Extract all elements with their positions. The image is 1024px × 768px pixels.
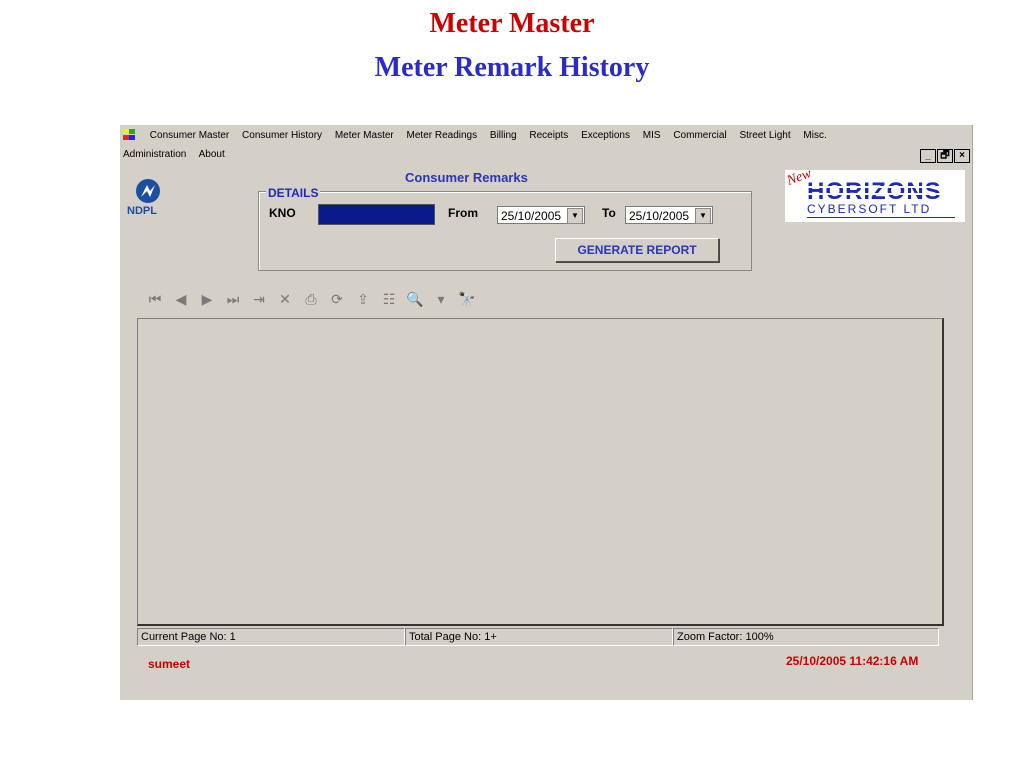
goto-page-icon[interactable]: ⇥ (246, 291, 272, 308)
current-page-status: Current Page No: 1 (137, 628, 405, 646)
menu-meter-readings[interactable]: Meter Readings (407, 130, 478, 141)
menu-row-2: Administration About (123, 149, 235, 160)
prev-page-icon[interactable]: ◀ (168, 291, 194, 308)
app-window: Consumer Master Consumer History Meter M… (120, 125, 973, 700)
ndpl-logo-text: NDPL (127, 205, 157, 217)
horizons-sub-text: CYBERSOFT LTD (807, 202, 932, 216)
menu-exceptions[interactable]: Exceptions (581, 130, 630, 141)
menu-mis[interactable]: MIS (643, 130, 661, 141)
export-icon[interactable]: ⇪ (350, 291, 376, 308)
from-date-value: 25/10/2005 (501, 209, 562, 223)
window-controls: _ 🗗 × (919, 149, 970, 163)
slide-title: Meter Master (429, 8, 595, 39)
restore-button[interactable]: 🗗 (937, 149, 953, 163)
slide-subtitle: Meter Remark History (374, 52, 650, 83)
menu-misc[interactable]: Misc. (803, 130, 826, 141)
report-toolbar: ⏮ ◀ ▶ ⏭ ⇥ ✕ ⎙ ⟳ ⇪ ☷ 🔍 ▾ 🔭 (142, 291, 480, 308)
form-title: Consumer Remarks (405, 170, 528, 185)
close-button[interactable]: × (954, 149, 970, 163)
menu-consumer-history[interactable]: Consumer History (242, 130, 322, 141)
app-icon (123, 129, 137, 141)
close-icon[interactable]: ✕ (272, 291, 298, 308)
menu-street-light[interactable]: Street Light (739, 130, 790, 141)
next-page-icon[interactable]: ▶ (194, 291, 220, 308)
menu-consumer-master[interactable]: Consumer Master (150, 130, 229, 141)
to-label: To (602, 206, 616, 220)
report-viewer[interactable] (137, 318, 944, 626)
menu-receipts[interactable]: Receipts (529, 130, 568, 141)
status-bar: Current Page No: 1 Total Page No: 1+ Zoo… (137, 628, 939, 646)
group-tree-icon[interactable]: ☷ (376, 291, 402, 308)
refresh-icon[interactable]: ⟳ (324, 291, 350, 308)
chevron-down-icon[interactable]: ▼ (567, 208, 583, 224)
horizons-logo: New HORIZONS CYBERSOFT LTD (785, 166, 965, 222)
from-label: From (448, 206, 478, 220)
search-icon[interactable]: 🔭 (454, 291, 480, 308)
menu-administration[interactable]: Administration (123, 149, 186, 160)
to-date-value: 25/10/2005 (629, 209, 690, 223)
minimize-button[interactable]: _ (920, 149, 936, 163)
menu-row-1: Consumer Master Consumer History Meter M… (123, 129, 837, 141)
menu-billing[interactable]: Billing (490, 130, 517, 141)
from-date-picker[interactable]: 25/10/2005 ▼ (497, 206, 585, 224)
menu-meter-master[interactable]: Meter Master (335, 130, 394, 141)
print-icon[interactable]: ⎙ (298, 291, 324, 308)
kno-input[interactable] (318, 204, 435, 225)
total-page-status: Total Page No: 1+ (405, 628, 673, 646)
user-name: sumeet (148, 657, 191, 671)
chevron-down-icon[interactable]: ▼ (695, 208, 711, 224)
menu-about[interactable]: About (199, 149, 225, 160)
kno-label: KNO (269, 206, 296, 220)
first-page-icon[interactable]: ⏮ (142, 291, 168, 308)
dropdown-icon[interactable]: ▾ (428, 291, 454, 308)
zoom-status: Zoom Factor: 100% (673, 628, 939, 646)
last-page-icon[interactable]: ⏭ (220, 291, 246, 308)
generate-report-button[interactable]: GENERATE REPORT (555, 238, 719, 262)
zoom-icon[interactable]: 🔍 (402, 291, 428, 308)
menu-commercial[interactable]: Commercial (673, 130, 726, 141)
to-date-picker[interactable]: 25/10/2005 ▼ (625, 206, 713, 224)
date-time: 25/10/2005 11:42:16 AM (786, 654, 919, 668)
details-legend: DETAILS (266, 186, 321, 200)
